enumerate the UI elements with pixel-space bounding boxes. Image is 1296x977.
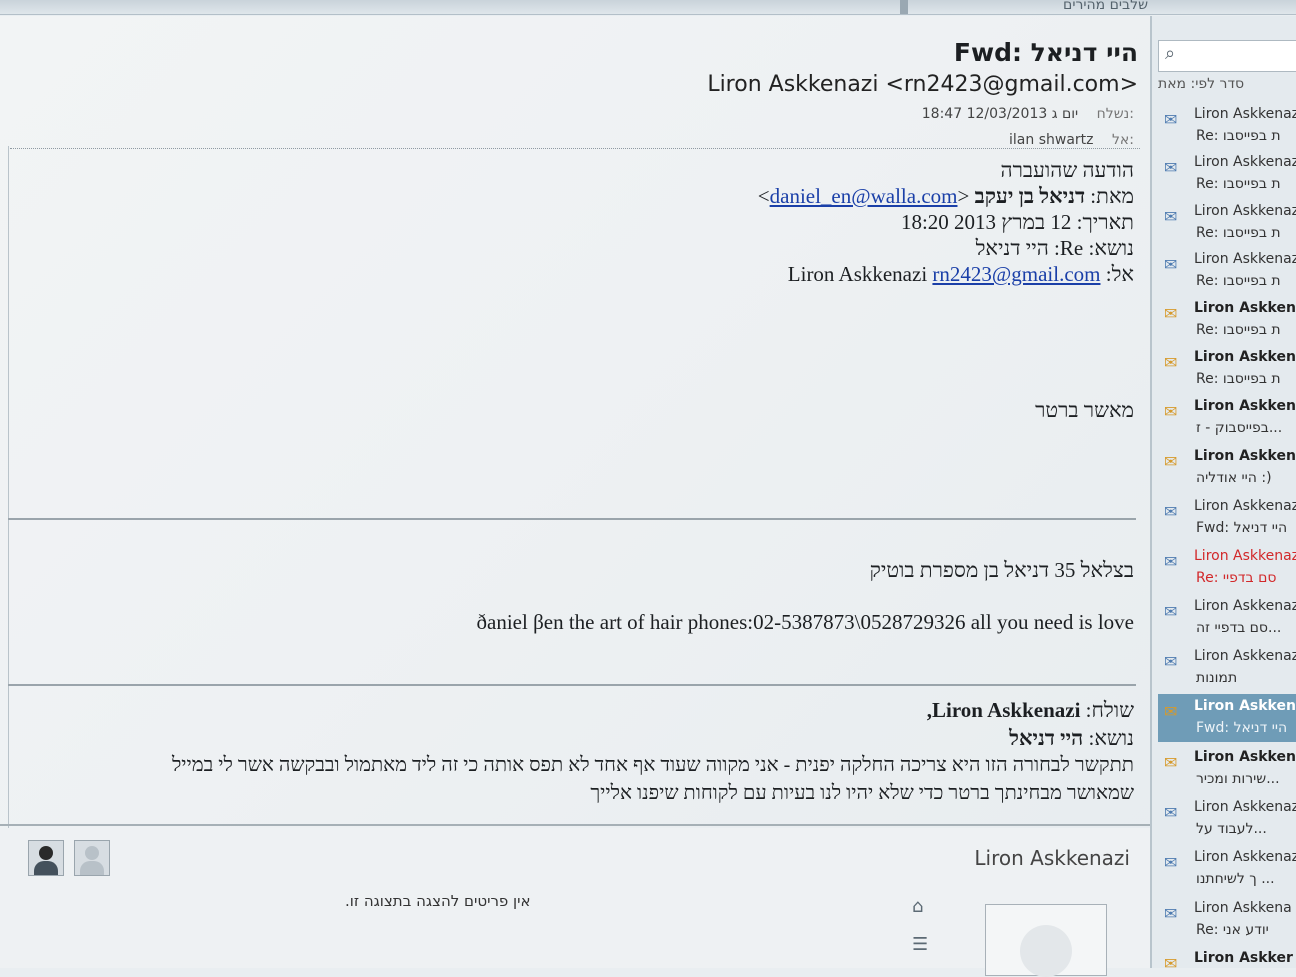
- reply-icon: ✉: [1164, 110, 1178, 129]
- message-subject: היי דניאל :Fwd: [953, 38, 1138, 67]
- list-item[interactable]: ✉ Liron Askkenaz תמונות: [1158, 644, 1296, 692]
- list-item-selected[interactable]: ✉ Liron Askken Fwd: היי דניאל: [1158, 694, 1296, 742]
- no-items-message: אין פריטים להצגה בתצוגה זו.: [345, 892, 531, 910]
- people-pane-divider: [0, 824, 1150, 826]
- list-item[interactable]: ✉ Liron Askkena Re: ת בפייסבו: [1158, 345, 1296, 393]
- quoted-subject-label: נושא:: [1088, 726, 1134, 750]
- to-row: :אל ilan shwartz: [1009, 132, 1134, 148]
- list-item[interactable]: ✉ Liron Askkenaz Fwd: היי דניאל: [1158, 494, 1296, 542]
- reply-icon: ✉: [1164, 803, 1178, 822]
- to-value[interactable]: ilan shwartz: [1009, 132, 1093, 148]
- list-item[interactable]: ✉ Liron Askkenazi Re: ת בפייסבו: [1158, 199, 1296, 247]
- message-list: ⌕ סדר לפי: מאת ✉ Liron Askkenazi Re: ת ב…: [1150, 16, 1296, 968]
- forward-from-name: דניאל בן יעקב: [974, 184, 1086, 208]
- reply-icon: ✉: [1164, 255, 1178, 274]
- envelope-icon: ✉: [1164, 304, 1178, 323]
- envelope-icon: ✉: [1164, 353, 1178, 372]
- sent-value: יום ג 12/03/2013 18:47: [921, 106, 1079, 122]
- forward-to-name: Liron Askkenazi: [787, 262, 928, 286]
- list-item[interactable]: ✉ Liron Askkenazi Re: ת בפייסבו: [1158, 102, 1296, 150]
- contact-photo-frame: [985, 904, 1107, 977]
- body-divider-1: [8, 518, 1136, 520]
- reading-pane: היי דניאל :Fwd Liron Askkenazi <rn2423@g…: [0, 16, 1150, 968]
- envelope-icon: ✉: [1164, 954, 1178, 968]
- forward-to-email[interactable]: rn2423@gmail.com: [932, 262, 1100, 286]
- list-item[interactable]: ✉ Liron Askkena היי אודליה :): [1158, 444, 1296, 492]
- search-box[interactable]: ⌕: [1158, 40, 1296, 72]
- pane-left-edge: [0, 146, 9, 846]
- list-item[interactable]: ✉ Liron Askkenazi Re: ת בפייסבו: [1158, 247, 1296, 295]
- list-item[interactable]: ✉ Liron Askkenaz ך לשיחתנו ...: [1158, 845, 1296, 893]
- contact-avatar[interactable]: [28, 840, 64, 876]
- people-pane: Liron Askkenazi אין פריטים להצגה בתצוגה …: [0, 828, 1150, 977]
- forward-to-row: אל: Liron Askkenazi rn2423@gmail.com: [788, 262, 1134, 287]
- envelope-icon: ✉: [1164, 753, 1178, 772]
- message-sender[interactable]: Liron Askkenazi <rn2423@gmail.com>: [707, 72, 1138, 97]
- to-label: :אל: [1111, 132, 1134, 148]
- forward-from-label: מאת:: [1090, 184, 1134, 208]
- placeholder-avatar[interactable]: [74, 840, 110, 876]
- list-item[interactable]: ✉ Liron Askkena בפייסבוק - ז...: [1158, 394, 1296, 442]
- list-item[interactable]: ✉ Liron Askken שירות ומכיר...: [1158, 745, 1296, 793]
- forward-to-label: אל:: [1105, 262, 1134, 286]
- list-item[interactable]: ✉ Liron Askkenaz לעבוד על...: [1158, 795, 1296, 843]
- people-pane-contact-name[interactable]: Liron Askkenazi: [974, 846, 1130, 870]
- envelope-icon: ✉: [1164, 452, 1178, 471]
- sent-label: :נשלח: [1096, 106, 1134, 122]
- envelope-icon: ✉: [1164, 402, 1178, 421]
- envelope-open-icon: ✉: [1164, 853, 1178, 872]
- list-item[interactable]: ✉ Liron Askkenaz Re: סם בדפיי: [1158, 544, 1296, 592]
- home-icon[interactable]: ⌂: [912, 896, 923, 917]
- signature-line-2: ðaniel βen the art of hair phones:02-538…: [476, 610, 1134, 634]
- sort-by-label[interactable]: סדר לפי: מאת: [1158, 76, 1292, 92]
- list-item[interactable]: ✉ Liron Askkena Re: ת בפייסבו: [1158, 296, 1296, 344]
- approval-text: מאשר ברטר: [1035, 398, 1134, 422]
- reply-icon: ✉: [1164, 158, 1178, 177]
- forward-icon: ✉: [1164, 502, 1178, 521]
- forward-from-email[interactable]: daniel_en@walla.com: [770, 184, 958, 208]
- header-divider: [10, 148, 1140, 149]
- reply-icon: ✉: [1164, 552, 1178, 571]
- list-icon[interactable]: ☰: [912, 934, 928, 955]
- quick-steps-label[interactable]: שלבים מהירים: [1063, 0, 1148, 13]
- sent-row: :נשלח יום ג 12/03/2013 18:47: [922, 106, 1134, 122]
- envelope-icon: ✉: [1164, 702, 1178, 721]
- list-item[interactable]: ✉ Liron Askkena Re: יודע אני: [1158, 896, 1296, 944]
- top-strip: שלבים מהירים: [0, 0, 1296, 15]
- forward-subject: נושא: Re: היי דניאל: [975, 236, 1134, 260]
- forward-intro: הודעה שהועברה: [1000, 158, 1135, 182]
- toolbar-separator: [900, 0, 908, 14]
- list-item[interactable]: ✉ Liron Askkenazi Re: ת בפייסבו: [1158, 150, 1296, 198]
- quoted-sender: Liron Askkenazi,: [926, 698, 1081, 722]
- quoted-sender-label: שולח:: [1085, 698, 1134, 722]
- forward-date: תאריך: 12 במרץ 2013 18:20: [900, 210, 1134, 234]
- quoted-subject-row: נושא: היי דניאל: [1009, 726, 1134, 751]
- body-divider-2: [8, 684, 1136, 686]
- quoted-body-line-1: תתקשר לבחורה הזו היא צריכה החלקה יפנית -…: [171, 754, 1134, 776]
- list-item[interactable]: ✉ Liron Askker: [1158, 946, 1296, 968]
- search-icon: ⌕: [1165, 43, 1176, 64]
- list-item[interactable]: ✉ Liron Askkenaz סם בדפיי זה...: [1158, 594, 1296, 642]
- quoted-sender-row: שולח: Liron Askkenazi,: [927, 698, 1134, 723]
- envelope-open-icon: ✉: [1164, 652, 1178, 671]
- reply-icon: ✉: [1164, 207, 1178, 226]
- forward-from-row: מאת: דניאל בן יעקב <daniel_en@walla.com>: [757, 184, 1134, 208]
- quoted-subject: היי דניאל: [1009, 726, 1084, 750]
- reply-icon: ✉: [1164, 904, 1178, 923]
- reply-icon: ✉: [1164, 602, 1178, 621]
- quoted-body-line-2: שמאושר מבחינתך ברטר כדי שלא יהיו לנו בעי…: [590, 782, 1134, 804]
- signature-line-1: בצלאל 35 דניאל בן מספרת בוטיק: [869, 558, 1134, 582]
